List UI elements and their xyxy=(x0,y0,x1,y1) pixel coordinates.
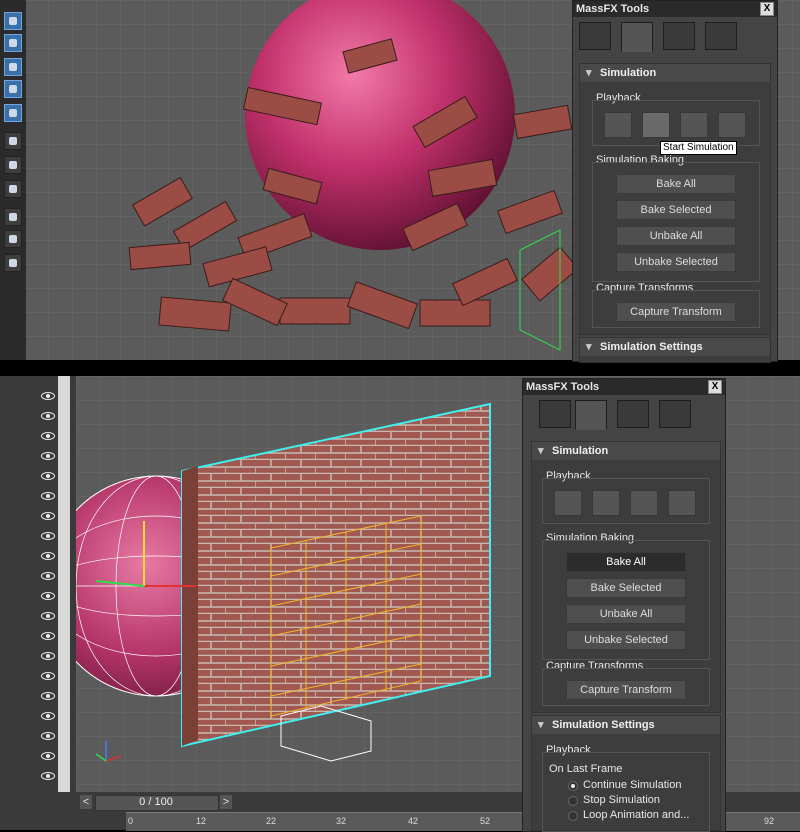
visibility-eye-icon[interactable] xyxy=(41,472,55,480)
frame-display: 0 / 100 xyxy=(139,796,173,808)
bake-all-button[interactable]: Bake All xyxy=(566,552,686,572)
visibility-eye-icon[interactable] xyxy=(41,552,55,560)
track-tick-label: 42 xyxy=(408,816,419,826)
rollout-header-settings[interactable]: Simulation Settings xyxy=(580,338,770,356)
rollout-header-settings[interactable]: Simulation Settings xyxy=(532,716,720,734)
visibility-eye-icon[interactable] xyxy=(41,612,55,620)
top-massfx-panel: MassFX Tools X Simulation Playback Start… xyxy=(572,0,778,363)
bottom-massfx-panel: MassFX Tools X Simulation Playback Simul… xyxy=(522,378,726,832)
tab-display-icon[interactable] xyxy=(705,22,737,50)
simulation-rollout: Simulation Playback Start Simulation Sim… xyxy=(579,63,771,335)
track-tick-label: 0 xyxy=(128,816,134,826)
visibility-eye-icon[interactable] xyxy=(41,452,55,460)
sphere xyxy=(245,0,515,250)
tab-tools-icon[interactable] xyxy=(621,22,653,52)
simulation-rollout: Simulation Playback Simulation Baking Ba… xyxy=(531,441,721,713)
visibility-eye-icon[interactable] xyxy=(41,412,55,420)
track-tick-label: 22 xyxy=(266,816,277,826)
top-command-strip xyxy=(0,0,26,360)
radio-label-loop: Loop Animation and... xyxy=(583,809,690,821)
start-simulation-button[interactable] xyxy=(592,490,620,516)
close-button[interactable]: X xyxy=(708,380,722,394)
close-button[interactable]: X xyxy=(760,2,774,16)
start-without-animation-button[interactable] xyxy=(630,490,658,516)
radio-label-continue: Continue Simulation xyxy=(583,779,682,791)
tab-world-icon[interactable] xyxy=(579,22,611,50)
square-tool-icon[interactable] xyxy=(4,156,22,174)
list-tool-icon[interactable] xyxy=(4,132,22,150)
radio-loop-animation[interactable] xyxy=(568,811,578,821)
track-tick-label: 92 xyxy=(764,816,775,826)
radio-continue-simulation[interactable] xyxy=(568,781,578,791)
visibility-eye-icon[interactable] xyxy=(41,432,55,440)
vertical-scrollbar[interactable] xyxy=(58,376,70,792)
visibility-eye-icon[interactable] xyxy=(41,732,55,740)
tab-world-icon[interactable] xyxy=(539,400,571,428)
panel-tabs xyxy=(529,400,719,430)
tab-display-icon[interactable] xyxy=(659,400,691,428)
panel-title: MassFX Tools xyxy=(523,379,725,395)
track-tick-label: 12 xyxy=(196,816,207,826)
tab-tools-icon[interactable] xyxy=(575,400,607,430)
unbake-all-button[interactable]: Unbake All xyxy=(616,226,736,246)
tab-edit-icon[interactable] xyxy=(617,400,649,428)
on-last-frame-label: On Last Frame xyxy=(549,763,623,775)
layer-visibility-column xyxy=(0,376,76,792)
bake-selected-button[interactable]: Bake Selected xyxy=(566,578,686,598)
snowflake-tool-icon[interactable] xyxy=(4,80,22,98)
layer-tool-icon[interactable] xyxy=(4,254,22,272)
rollout-header-simulation[interactable]: Simulation xyxy=(580,64,770,82)
display-tool-icon[interactable] xyxy=(4,58,22,76)
simulation-settings-rollout: Simulation Settings Playback On Last Fra… xyxy=(531,715,721,832)
bake-selected-button[interactable]: Bake Selected xyxy=(616,200,736,220)
visibility-eye-icon[interactable] xyxy=(41,512,55,520)
visibility-eye-icon[interactable] xyxy=(41,392,55,400)
step-simulation-button[interactable] xyxy=(668,490,696,516)
rollout-header-simulation[interactable]: Simulation xyxy=(532,442,720,460)
capture-transform-button[interactable]: Capture Transform xyxy=(616,302,736,322)
unbake-all-button[interactable]: Unbake All xyxy=(566,604,686,624)
bake-all-button[interactable]: Bake All xyxy=(616,174,736,194)
unbake-selected-button[interactable]: Unbake Selected xyxy=(616,252,736,272)
start-simulation-tooltip: Start Simulation xyxy=(660,141,737,155)
radio-label-stop: Stop Simulation xyxy=(583,794,661,806)
visibility-eye-icon[interactable] xyxy=(41,772,55,780)
visibility-eye-icon[interactable] xyxy=(41,652,55,660)
simulation-settings-rollout: Simulation Settings xyxy=(579,337,771,363)
visibility-eye-icon[interactable] xyxy=(41,632,55,640)
start-without-animation-button[interactable] xyxy=(680,112,708,138)
panel-tabs xyxy=(579,22,769,52)
visibility-eye-icon[interactable] xyxy=(41,572,55,580)
timeline-prev-button[interactable]: < xyxy=(80,795,92,809)
visibility-eye-icon[interactable] xyxy=(41,592,55,600)
unbake-selected-button[interactable]: Unbake Selected xyxy=(566,630,686,650)
brick-wall xyxy=(181,402,491,748)
visibility-eye-icon[interactable] xyxy=(41,712,55,720)
visibility-eye-icon[interactable] xyxy=(41,492,55,500)
radio-stop-simulation[interactable] xyxy=(568,796,578,806)
track-tick-label: 52 xyxy=(480,816,491,826)
timeline-next-button[interactable]: > xyxy=(220,795,232,809)
start-simulation-button[interactable] xyxy=(642,112,670,138)
capture-transform-button[interactable]: Capture Transform xyxy=(566,680,686,700)
reset-simulation-button[interactable] xyxy=(554,490,582,516)
funnel-tool-icon[interactable] xyxy=(4,230,22,248)
wand-tool-icon[interactable] xyxy=(4,34,22,52)
reset-simulation-button[interactable] xyxy=(604,112,632,138)
panel-title: MassFX Tools xyxy=(573,1,777,17)
visibility-eye-icon[interactable] xyxy=(41,752,55,760)
track-tick-label: 32 xyxy=(336,816,347,826)
step-simulation-button[interactable] xyxy=(718,112,746,138)
document-tool-icon[interactable] xyxy=(4,180,22,198)
visibility-eye-icon[interactable] xyxy=(41,532,55,540)
tab-edit-icon[interactable] xyxy=(663,22,695,50)
sphere-tool-icon[interactable] xyxy=(4,12,22,30)
eye-tool-icon[interactable] xyxy=(4,104,22,122)
visibility-eye-icon[interactable] xyxy=(41,692,55,700)
filter-tool-icon[interactable] xyxy=(4,208,22,226)
visibility-eye-icon[interactable] xyxy=(41,672,55,680)
